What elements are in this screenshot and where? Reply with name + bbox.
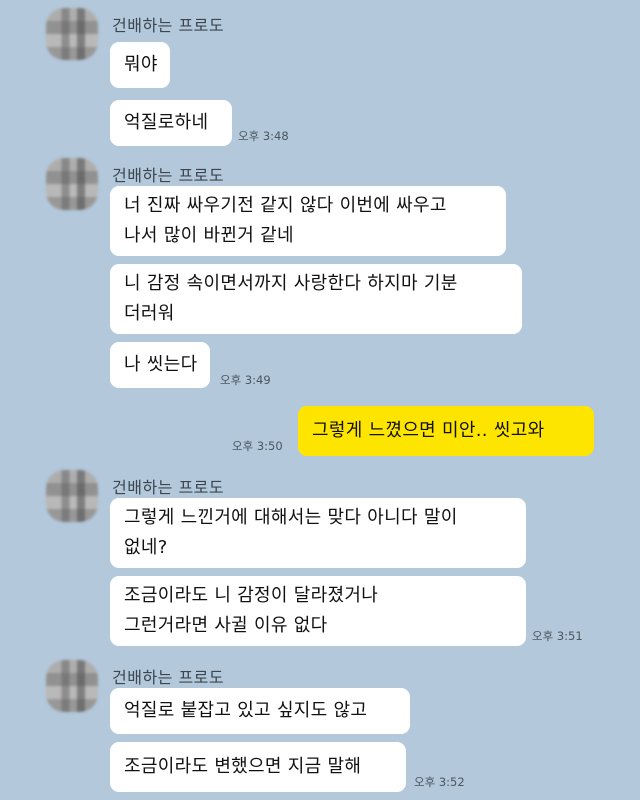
avatar[interactable]	[46, 158, 98, 210]
message-timestamp: 오후 3:52	[414, 775, 465, 789]
message-text: 그렇게 느꼈으면 미안.. 씻고와	[312, 420, 545, 441]
message-bubble[interactable]: 조금이라도 변했으면 지금 말해	[110, 742, 406, 792]
message-timestamp: 오후 3:48	[238, 129, 289, 143]
avatar[interactable]	[46, 8, 98, 60]
message-text-line: 조금이라도 니 감정이 달라졌거나	[124, 585, 379, 606]
message-text: 억질로 붙잡고 있고 싶지도 않고	[124, 700, 368, 721]
message-bubble[interactable]: 그렇게 느낀거에 대해서는 맞다 아니다 말이 없네?	[110, 498, 526, 568]
message-bubble[interactable]: 니 감정 속이면서까지 사랑한다 하지마 기분 더러워	[110, 264, 522, 334]
message-text: 억질로하네	[124, 112, 209, 133]
message-timestamp: 오후 3:51	[532, 629, 583, 643]
message-bubble[interactable]: 너 진짜 싸우기전 같지 않다 이번에 싸우고 나서 많이 바뀐거 같네	[110, 186, 506, 256]
message-text: 뭐야	[124, 54, 158, 75]
avatar[interactable]	[46, 470, 98, 522]
message-text-line: 없네?	[124, 537, 168, 558]
message-text-line: 더러워	[124, 303, 175, 324]
message-timestamp: 오후 3:49	[220, 373, 271, 387]
message-text-line: 나서 많이 바뀐거 같네	[124, 225, 294, 246]
sender-name: 건배하는 프로도	[112, 16, 225, 35]
message-bubble[interactable]: 뭐야	[110, 42, 170, 88]
avatar[interactable]	[46, 660, 98, 712]
sender-name: 건배하는 프로도	[112, 668, 225, 687]
message-bubble[interactable]: 나 씻는다	[110, 342, 210, 388]
my-message-bubble[interactable]: 그렇게 느꼈으면 미안.. 씻고와	[298, 406, 594, 456]
message-bubble[interactable]: 조금이라도 니 감정이 달라졌거나 그런거라면 사귈 이유 없다	[110, 576, 526, 646]
message-text-line: 그렇게 느낀거에 대해서는 맞다 아니다 말이	[124, 507, 458, 528]
message-text: 조금이라도 변했으면 지금 말해	[124, 756, 362, 777]
message-bubble[interactable]: 억질로 붙잡고 있고 싶지도 않고	[110, 688, 410, 734]
message-text-line: 그런거라면 사귈 이유 없다	[124, 615, 328, 636]
message-text: 나 씻는다	[124, 354, 198, 375]
sender-name: 건배하는 프로도	[112, 166, 225, 185]
message-timestamp: 오후 3:50	[232, 439, 283, 453]
message-bubble[interactable]: 억질로하네	[110, 100, 232, 146]
message-text-line: 니 감정 속이면서까지 사랑한다 하지마 기분	[124, 273, 458, 294]
message-text-line: 너 진짜 싸우기전 같지 않다 이번에 싸우고	[124, 195, 447, 216]
sender-name: 건배하는 프로도	[112, 478, 225, 497]
